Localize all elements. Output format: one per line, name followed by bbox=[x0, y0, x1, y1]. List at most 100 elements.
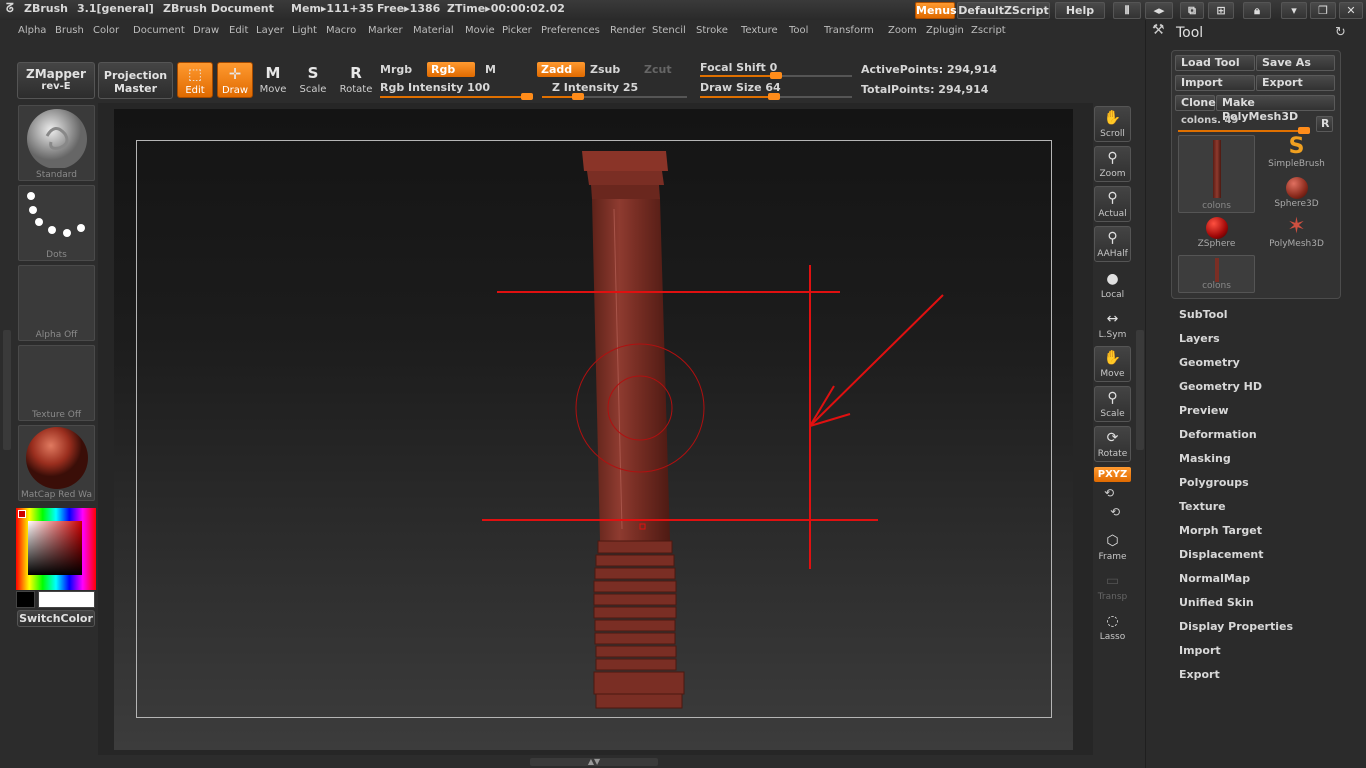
brush-thumbnail[interactable]: Standard bbox=[18, 105, 95, 181]
rotate-view-button[interactable]: ⟳ Rotate bbox=[1094, 426, 1131, 462]
right-collapse-handle[interactable] bbox=[1136, 330, 1144, 450]
zcut-toggle[interactable]: Zcut bbox=[644, 63, 672, 76]
make-polymesh-button[interactable]: Make PolyMesh3D bbox=[1216, 95, 1335, 123]
actual-button[interactable]: ⚲ Actual bbox=[1094, 186, 1131, 222]
menu-texture[interactable]: Texture bbox=[741, 25, 778, 36]
export-tool-button[interactable]: Export bbox=[1256, 75, 1335, 91]
save-as-button[interactable]: Save As bbox=[1256, 55, 1335, 71]
menu-marker[interactable]: Marker bbox=[368, 25, 403, 36]
section-geometry[interactable]: Geometry bbox=[1179, 356, 1240, 369]
document-canvas[interactable] bbox=[114, 109, 1073, 750]
move-view-button[interactable]: ✋ Move bbox=[1094, 346, 1131, 382]
lsym-button[interactable]: ↔ L.Sym bbox=[1094, 308, 1131, 344]
edit-button[interactable]: ⬚ Edit bbox=[177, 62, 213, 98]
tool-tile-simplebrush[interactable]: S SimpleBrush bbox=[1258, 135, 1335, 173]
zoom-button[interactable]: ⚲ Zoom bbox=[1094, 146, 1131, 182]
frame-button[interactable]: ⬡ Frame bbox=[1094, 530, 1131, 566]
menu-preferences[interactable]: Preferences bbox=[541, 25, 600, 36]
rotate-y-icon[interactable]: ⟲ bbox=[1104, 486, 1114, 500]
switch-color-button[interactable]: SwitchColor bbox=[17, 610, 95, 627]
z-intensity-knob[interactable] bbox=[572, 93, 584, 100]
material-thumbnail[interactable]: MatCap Red Wa bbox=[18, 425, 95, 501]
lasso-button[interactable]: ◌ Lasso bbox=[1094, 610, 1131, 646]
restore-icon[interactable]: ❐ bbox=[1310, 2, 1336, 19]
pxyz-toggle[interactable]: PXYZ bbox=[1094, 467, 1131, 482]
projection-master-button[interactable]: Projection Master bbox=[98, 62, 173, 99]
menu-brush[interactable]: Brush bbox=[55, 25, 84, 36]
focal-shift-slider[interactable] bbox=[700, 72, 852, 79]
rotate-button[interactable]: R Rotate bbox=[338, 62, 374, 98]
tool-tile-colons-secondary[interactable]: colons bbox=[1178, 255, 1255, 293]
section-import[interactable]: Import bbox=[1179, 644, 1221, 657]
layout-icon[interactable]: ⦀ bbox=[1113, 2, 1141, 19]
scale-view-button[interactable]: ⚲ Scale bbox=[1094, 386, 1131, 422]
rgb-toggle[interactable]: Rgb bbox=[427, 62, 475, 77]
mrgb-toggle[interactable]: Mrgb bbox=[380, 63, 412, 76]
menu-document[interactable]: Document bbox=[133, 25, 185, 36]
section-displacement[interactable]: Displacement bbox=[1179, 548, 1264, 561]
minimize-icon[interactable]: ▾ bbox=[1281, 2, 1307, 19]
menu-render[interactable]: Render bbox=[610, 25, 646, 36]
menu-material[interactable]: Material bbox=[413, 25, 454, 36]
load-tool-button[interactable]: Load Tool bbox=[1175, 55, 1255, 71]
section-normalmap[interactable]: NormalMap bbox=[1179, 572, 1250, 585]
menu-light[interactable]: Light bbox=[292, 25, 317, 36]
help-button[interactable]: Help bbox=[1055, 2, 1105, 19]
section-export[interactable]: Export bbox=[1179, 668, 1220, 681]
menu-stencil[interactable]: Stencil bbox=[652, 25, 686, 36]
default-zscript-button[interactable]: DefaultZScript bbox=[957, 2, 1050, 19]
tool-palette-title[interactable]: Tool bbox=[1176, 25, 1203, 41]
tool-tile-polymesh3d[interactable]: ✶ PolyMesh3D bbox=[1258, 215, 1335, 253]
section-preview[interactable]: Preview bbox=[1179, 404, 1229, 417]
colons-slider-knob[interactable] bbox=[1298, 127, 1310, 134]
menu-zoom[interactable]: Zoom bbox=[888, 25, 917, 36]
menu-macro[interactable]: Macro bbox=[326, 25, 356, 36]
menu-tool[interactable]: Tool bbox=[789, 25, 808, 36]
menu-layer[interactable]: Layer bbox=[256, 25, 284, 36]
rotate-z-icon[interactable]: ⟲ bbox=[1110, 505, 1120, 519]
menu-edit[interactable]: Edit bbox=[229, 25, 248, 36]
section-masking[interactable]: Masking bbox=[1179, 452, 1231, 465]
texture-thumbnail[interactable]: Texture Off bbox=[18, 345, 95, 421]
draw-size-slider[interactable] bbox=[700, 93, 852, 100]
menu-draw[interactable]: Draw bbox=[193, 25, 219, 36]
menu-alpha[interactable]: Alpha bbox=[18, 25, 46, 36]
alpha-thumbnail[interactable]: Alpha Off bbox=[18, 265, 95, 341]
aahalf-button[interactable]: ⚲ AAHalf bbox=[1094, 226, 1131, 262]
lock-icon[interactable]: 🔒︎ bbox=[1243, 2, 1271, 19]
colons-slider[interactable] bbox=[1178, 127, 1310, 134]
palette-refresh-icon[interactable]: ↻ bbox=[1335, 25, 1346, 40]
draw-size-knob[interactable] bbox=[768, 93, 780, 100]
section-morph-target[interactable]: Morph Target bbox=[1179, 524, 1262, 537]
rgb-intensity-slider[interactable] bbox=[380, 93, 533, 100]
tool-tile-colons-current[interactable]: colons bbox=[1178, 135, 1255, 213]
menu-movie[interactable]: Movie bbox=[465, 25, 495, 36]
z-intensity-slider[interactable] bbox=[542, 93, 687, 100]
close-icon[interactable]: ✕ bbox=[1339, 2, 1363, 19]
stroke-thumbnail[interactable]: Dots bbox=[18, 185, 95, 261]
menu-zscript[interactable]: Zscript bbox=[971, 25, 1006, 36]
tool-tile-sphere3d[interactable]: Sphere3D bbox=[1258, 175, 1335, 213]
left-collapse-handle[interactable] bbox=[3, 330, 11, 450]
color-picker-sv-square[interactable] bbox=[28, 521, 82, 575]
m-toggle[interactable]: M bbox=[485, 63, 496, 76]
section-layers[interactable]: Layers bbox=[1179, 332, 1220, 345]
r-reset-button[interactable]: R bbox=[1316, 116, 1333, 132]
move-button[interactable]: M Move bbox=[255, 62, 291, 98]
clone-button[interactable]: Clone bbox=[1175, 95, 1216, 111]
menu-zplugin[interactable]: Zplugin bbox=[926, 25, 964, 36]
section-unified-skin[interactable]: Unified Skin bbox=[1179, 596, 1254, 609]
menu-picker[interactable]: Picker bbox=[502, 25, 532, 36]
section-deformation[interactable]: Deformation bbox=[1179, 428, 1257, 441]
rgb-intensity-knob[interactable] bbox=[521, 93, 533, 100]
color-picker[interactable] bbox=[16, 508, 96, 590]
menu-color[interactable]: Color bbox=[93, 25, 119, 36]
menu-stroke[interactable]: Stroke bbox=[696, 25, 728, 36]
zsub-toggle[interactable]: Zsub bbox=[590, 63, 620, 76]
section-polygroups[interactable]: Polygroups bbox=[1179, 476, 1249, 489]
scroll-button[interactable]: ✋ Scroll bbox=[1094, 106, 1131, 142]
window-arrange-icon[interactable]: ⧉ bbox=[1180, 2, 1204, 19]
transp-button[interactable]: ▭ Transp bbox=[1094, 570, 1131, 606]
scale-button[interactable]: S Scale bbox=[295, 62, 331, 98]
section-geometry-hd[interactable]: Geometry HD bbox=[1179, 380, 1262, 393]
